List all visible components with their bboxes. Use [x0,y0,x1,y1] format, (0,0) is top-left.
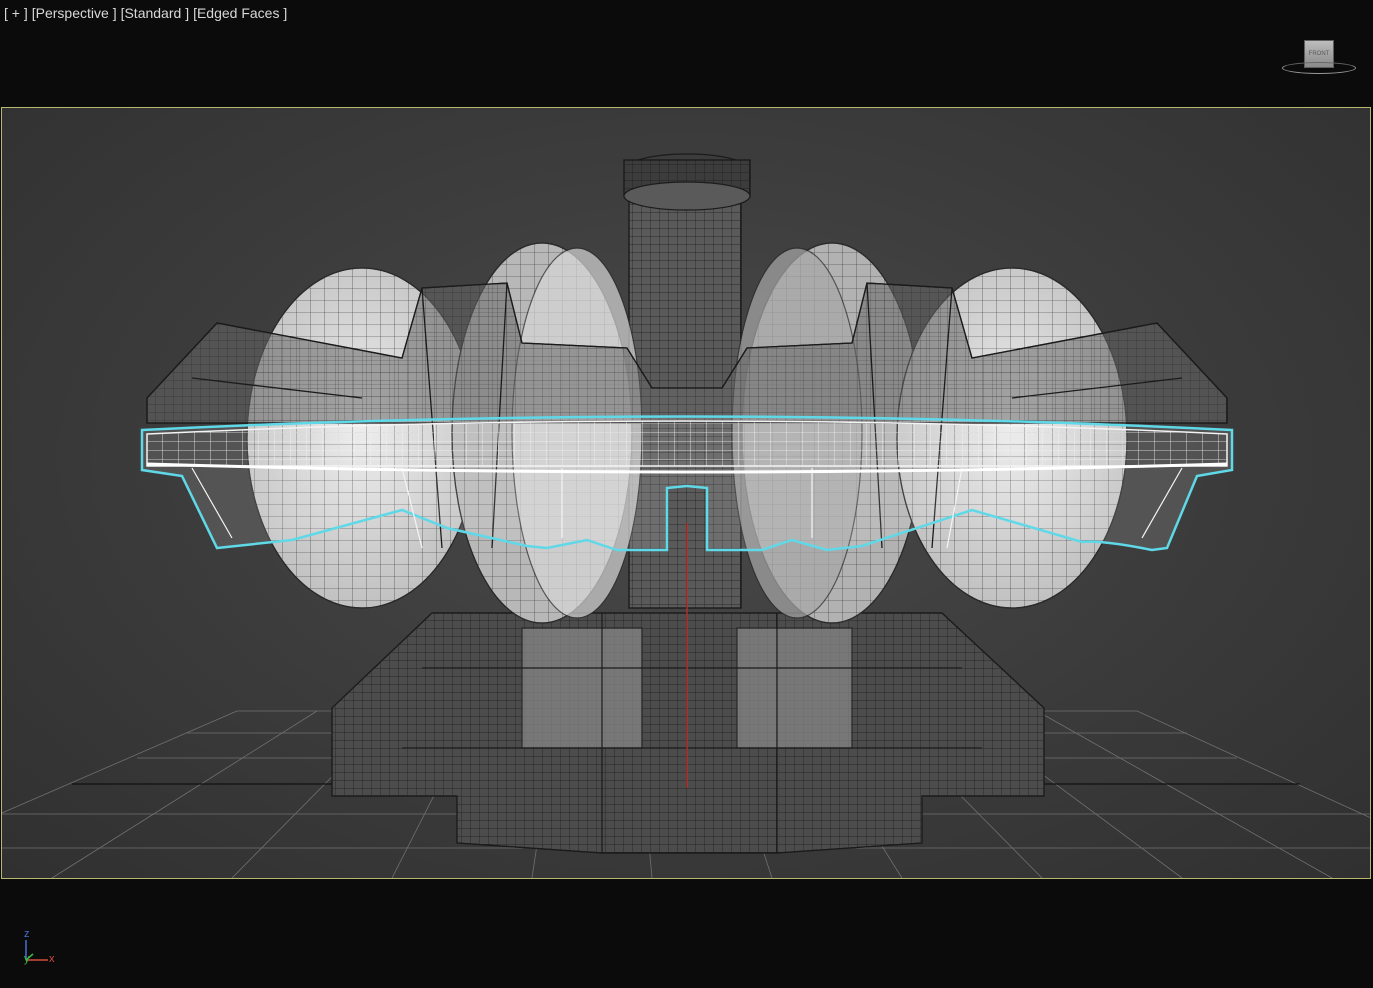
scene-render [2,153,1370,878]
axis-y-label: y [24,953,30,965]
perspective-viewport[interactable] [1,107,1371,879]
viewcube[interactable]: FRONT [1280,36,1360,80]
viewport-menu-bar: [ + ] [Perspective ] [Standard ] [Edged … [4,5,287,21]
viewcube-compass-ring[interactable] [1282,62,1356,74]
viewport-shading-menu[interactable]: [Standard ] [121,5,190,21]
viewport-display-mode-menu[interactable]: [Edged Faces ] [193,5,287,21]
viewport-point-of-view-menu[interactable]: [Perspective ] [32,5,117,21]
base-structure [331,612,1045,854]
axis-x-label: x [49,953,55,965]
axis-tripod: z y x [18,926,68,970]
viewport-general-menu[interactable]: [ + ] [4,5,28,21]
axis-z-label: z [24,928,30,940]
